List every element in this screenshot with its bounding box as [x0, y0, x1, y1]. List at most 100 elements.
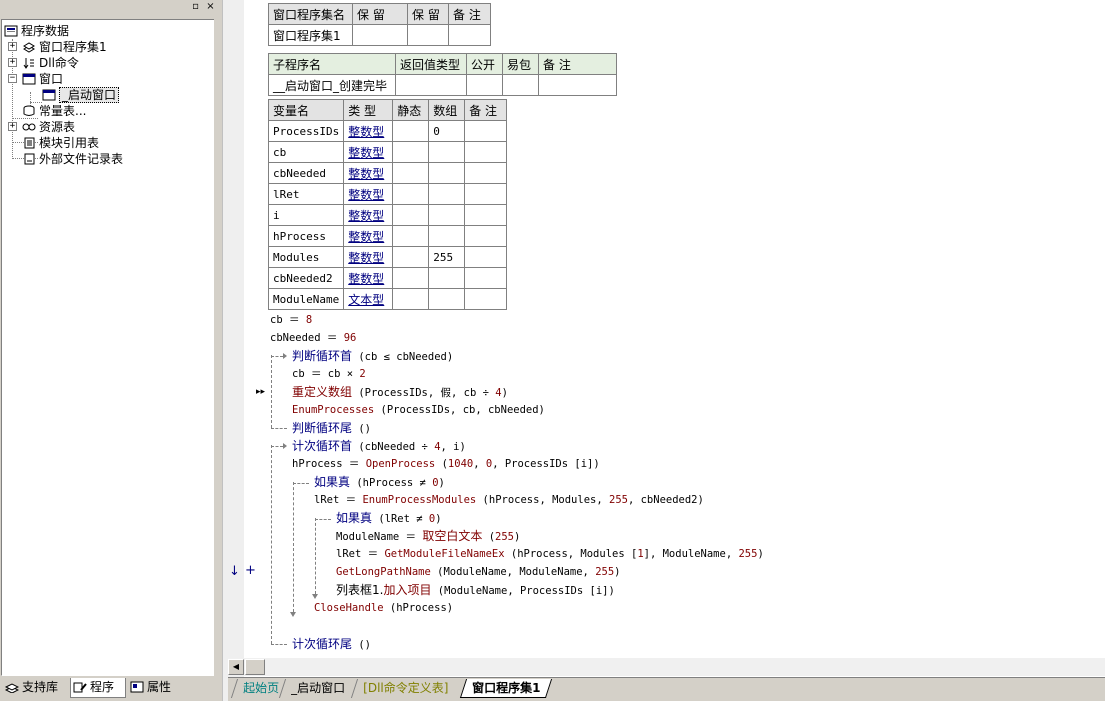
- table-cell[interactable]: [466, 74, 503, 96]
- code-line[interactable]: 计次循环尾 (): [292, 635, 371, 653]
- var-name-cell[interactable]: ProcessIDs: [267, 120, 345, 142]
- table-cell[interactable]: [464, 246, 508, 268]
- table-cell[interactable]: 窗口程序集1: [268, 24, 353, 46]
- code-line[interactable]: 如果真 (hProcess ≠ 0): [314, 473, 445, 491]
- var-type-cell[interactable]: 整数型: [343, 204, 394, 226]
- table-cell[interactable]: [464, 120, 508, 142]
- code-line[interactable]: GetLongPathName (ModuleName, ModuleName,…: [336, 563, 621, 581]
- table-row[interactable]: 窗口程序集1: [268, 24, 491, 46]
- type-link[interactable]: 整数型: [348, 146, 384, 160]
- var-name-cell[interactable]: i: [267, 204, 345, 226]
- tree-item-assembly[interactable]: 窗口程序集1: [22, 39, 107, 55]
- code-line[interactable]: cbNeeded ＝ 96: [270, 329, 356, 347]
- var-type-cell[interactable]: 整数型: [343, 225, 394, 247]
- code-line[interactable]: 如果真 (lRet ≠ 0): [336, 509, 442, 527]
- table-cell[interactable]: [392, 288, 430, 310]
- table-row[interactable]: lRet 整数型: [267, 183, 508, 205]
- table-cell[interactable]: [392, 141, 430, 163]
- type-link[interactable]: 文本型: [348, 293, 384, 307]
- table-cell[interactable]: [464, 288, 508, 310]
- table-cell[interactable]: [392, 225, 430, 247]
- var-type-cell[interactable]: 整数型: [343, 267, 394, 289]
- var-type-cell[interactable]: 整数型: [343, 246, 394, 268]
- table-cell[interactable]: [395, 74, 467, 96]
- tab-dll-definitions[interactable]: [Dll命令定义表]: [350, 679, 460, 698]
- tree-item-resources[interactable]: 资源表: [22, 119, 75, 135]
- tree-item-window[interactable]: 窗口: [22, 71, 63, 87]
- var-type-cell[interactable]: 整数型: [343, 183, 394, 205]
- type-link[interactable]: 整数型: [348, 209, 384, 223]
- tab-support-library[interactable]: 支持库: [3, 678, 69, 698]
- var-name-cell[interactable]: lRet: [267, 183, 345, 205]
- var-name-cell[interactable]: cb: [267, 141, 345, 163]
- restore-icon[interactable]: ▫: [189, 1, 202, 14]
- table-cell[interactable]: [428, 225, 466, 247]
- table-cell[interactable]: [464, 162, 508, 184]
- table-cell[interactable]: [464, 225, 508, 247]
- table-cell[interactable]: [464, 141, 508, 163]
- type-link[interactable]: 整数型: [348, 188, 384, 202]
- table-cell[interactable]: [352, 24, 408, 46]
- table-cell[interactable]: [392, 120, 430, 142]
- table-cell[interactable]: [428, 162, 466, 184]
- var-name-cell[interactable]: hProcess: [267, 225, 345, 247]
- editor-hscrollbar[interactable]: ◀: [228, 658, 1105, 676]
- scroll-left-icon[interactable]: ◀: [228, 659, 244, 675]
- var-name-cell[interactable]: cbNeeded: [267, 162, 345, 184]
- table-row[interactable]: __启动窗口_创建完毕: [268, 74, 617, 96]
- code-line[interactable]: lRet ＝ GetModuleFileNameEx (hProcess, Mo…: [336, 545, 764, 563]
- code-line[interactable]: CloseHandle (hProcess): [314, 599, 453, 617]
- table-cell[interactable]: [407, 24, 449, 46]
- add-line-icon[interactable]: +: [245, 563, 256, 578]
- table-cell[interactable]: [464, 267, 508, 289]
- table-cell[interactable]: __启动窗口_创建完毕: [268, 74, 396, 96]
- tree-root[interactable]: 程序数据: [4, 23, 69, 39]
- tree-item-dll-commands[interactable]: Dll命令: [22, 55, 79, 71]
- table-row[interactable]: ProcessIDs 整数型 0: [267, 120, 508, 142]
- var-type-cell[interactable]: 整数型: [343, 162, 394, 184]
- table-cell[interactable]: [392, 183, 430, 205]
- table-cell[interactable]: [428, 204, 466, 226]
- table-cell[interactable]: 0: [428, 120, 466, 142]
- code-line[interactable]: 列表框1.加入项目 (ModuleName, ProcessIDs [i]): [336, 581, 615, 599]
- table-row[interactable]: cb 整数型: [267, 141, 508, 163]
- code-line[interactable]: EnumProcesses (ProcessIDs, cb, cbNeeded): [292, 401, 545, 419]
- type-link[interactable]: 整数型: [348, 167, 384, 181]
- code-line[interactable]: ModuleName ＝ 取空白文本 (255): [336, 527, 520, 545]
- table-row[interactable]: Modules 整数型 255: [267, 246, 508, 268]
- table-cell[interactable]: [538, 74, 617, 96]
- table-row[interactable]: ModuleName 文本型: [267, 288, 508, 310]
- tab-startup-window[interactable]: _启动窗口: [278, 679, 357, 698]
- expand-icon[interactable]: +: [8, 42, 17, 51]
- var-type-cell[interactable]: 文本型: [343, 288, 394, 310]
- tree-scrollbar[interactable]: [214, 19, 222, 676]
- tab-window-assembly[interactable]: 窗口程序集1: [459, 679, 553, 698]
- tab-program[interactable]: 程序: [70, 678, 126, 698]
- code-line[interactable]: cb ＝ 8: [270, 311, 312, 329]
- expand-icon[interactable]: +: [8, 58, 17, 67]
- code-editor[interactable]: 窗口程序集名 保 留 保 留 备 注 窗口程序集1 子程序名 返回值类型 公开 …: [244, 0, 1105, 658]
- type-link[interactable]: 整数型: [348, 251, 384, 265]
- collapse-icon[interactable]: −: [8, 74, 17, 83]
- table-row[interactable]: cbNeeded 整数型: [267, 162, 508, 184]
- type-link[interactable]: 整数型: [348, 125, 384, 139]
- table-cell[interactable]: [448, 24, 491, 46]
- down-arrow-icon[interactable]: ↓: [229, 564, 240, 579]
- table-cell[interactable]: [428, 141, 466, 163]
- var-type-cell[interactable]: 整数型: [343, 120, 394, 142]
- table-row[interactable]: i 整数型: [267, 204, 508, 226]
- tree-item-module-refs[interactable]: 模块引用表: [22, 135, 99, 151]
- table-cell[interactable]: [428, 288, 466, 310]
- panel-splitter[interactable]: [222, 0, 244, 701]
- table-row[interactable]: hProcess 整数型: [267, 225, 508, 247]
- table-cell[interactable]: [428, 183, 466, 205]
- var-name-cell[interactable]: Modules: [267, 246, 345, 268]
- type-link[interactable]: 整数型: [348, 230, 384, 244]
- table-row[interactable]: cbNeeded2 整数型: [267, 267, 508, 289]
- table-cell[interactable]: [502, 74, 539, 96]
- table-cell[interactable]: [392, 246, 430, 268]
- var-name-cell[interactable]: cbNeeded2: [267, 267, 345, 289]
- code-line[interactable]: lRet ＝ EnumProcessModules (hProcess, Mod…: [314, 491, 704, 509]
- code-line[interactable]: 判断循环尾 (): [292, 419, 371, 437]
- table-cell[interactable]: 255: [428, 246, 466, 268]
